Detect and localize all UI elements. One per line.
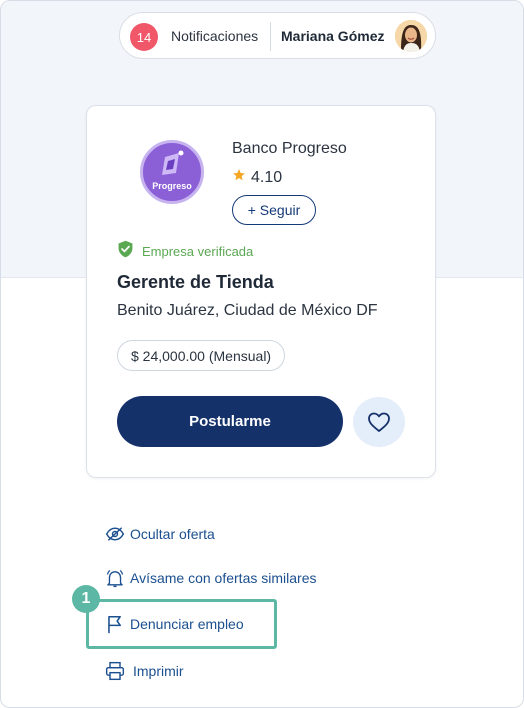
job-title: Gerente de Tienda	[117, 272, 274, 292]
flag-icon	[105, 614, 125, 634]
avatar[interactable]	[395, 20, 427, 52]
verified-company-badge: Empresa verificada	[117, 240, 253, 263]
company-rating: 4.10	[232, 168, 282, 187]
printer-icon	[105, 661, 125, 681]
divider	[270, 22, 271, 51]
rating-value: 4.10	[251, 168, 283, 186]
tutorial-step-badge: 1	[72, 585, 100, 613]
user-name[interactable]: Mariana Gómez	[281, 28, 384, 44]
job-alert-label: Avísame con ofertas similares	[130, 570, 317, 586]
print-link[interactable]: Imprimir	[105, 661, 184, 681]
page-frame: 14 Notificaciones Mariana Gómez Progreso…	[0, 0, 524, 708]
notifications-link[interactable]: Notificaciones	[171, 28, 258, 44]
shield-check-icon	[117, 240, 134, 263]
follow-button[interactable]: + Seguir	[232, 195, 316, 225]
hide-offer-link[interactable]: Ocultar oferta	[105, 524, 215, 544]
job-location: Benito Juárez, Ciudad de México DF	[117, 302, 378, 319]
company-name[interactable]: Banco Progreso	[232, 140, 347, 158]
salary-badge: $ 24,000.00 (Mensual)	[117, 340, 286, 371]
notifications-count-badge[interactable]: 14	[130, 23, 158, 51]
heart-icon	[368, 412, 390, 432]
apply-button[interactable]: Postularme	[117, 396, 343, 447]
bell-icon	[105, 568, 125, 588]
verified-label: Empresa verificada	[142, 244, 254, 259]
job-alert-link[interactable]: Avísame con ofertas similares	[105, 568, 316, 588]
company-logo-text: Progreso	[152, 181, 192, 191]
hide-offer-label: Ocultar oferta	[130, 526, 215, 542]
eye-off-icon	[105, 524, 125, 544]
header-bar: 14 Notificaciones Mariana Gómez	[119, 12, 436, 59]
star-icon	[232, 168, 246, 187]
company-logo: Progreso	[140, 140, 204, 204]
favorite-button[interactable]	[353, 397, 405, 447]
print-label: Imprimir	[133, 663, 184, 679]
job-card: Progreso Banco Progreso 4.10 + Seguir Em…	[86, 105, 436, 478]
report-job-label: Denunciar empleo	[130, 616, 244, 632]
report-job-link[interactable]: Denunciar empleo	[105, 614, 244, 634]
